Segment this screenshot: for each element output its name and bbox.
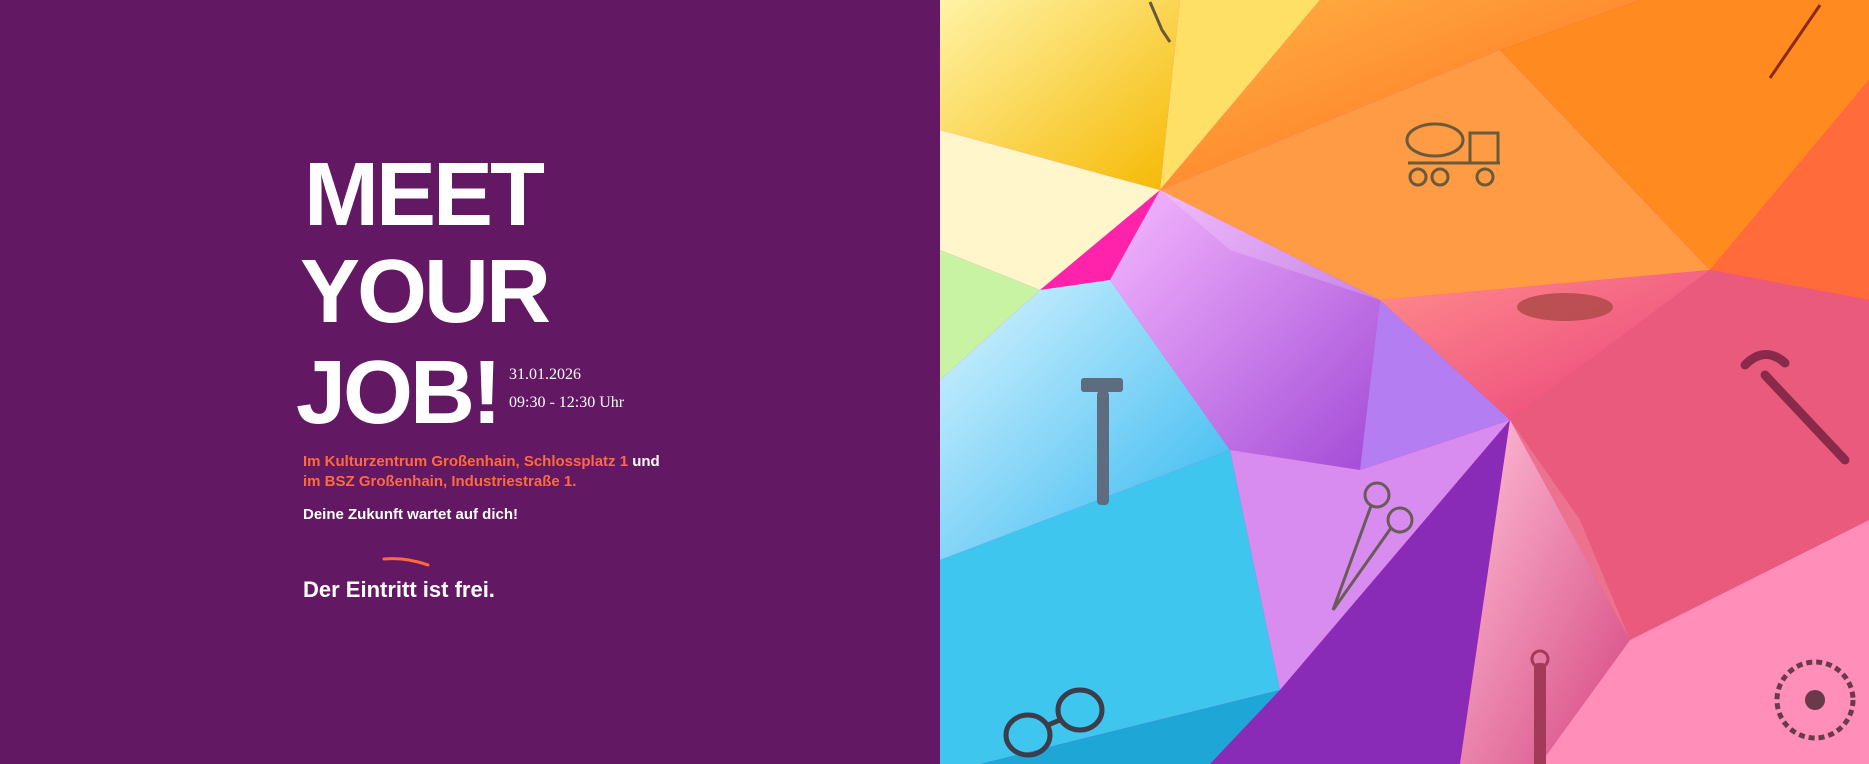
location-connector: und <box>628 453 660 470</box>
swoosh-decoration <box>382 557 430 567</box>
event-date: 31.01.2026 <box>509 366 581 383</box>
wrench-icon <box>1740 350 1850 465</box>
truck-icon <box>1405 122 1500 187</box>
headline-line-2: YOUR <box>300 242 551 342</box>
bread-icon <box>1517 293 1613 321</box>
hero-illustration <box>940 0 1869 764</box>
event-time: 09:30 - 12:30 Uhr <box>509 394 625 411</box>
event-location: Im Kulturzentrum Großenhain, Schlossplat… <box>303 452 663 492</box>
saw-blade-icon <box>1774 659 1856 741</box>
headline-line-1: MEET <box>304 145 545 245</box>
info-panel: MEET YOUR JOB! 31.01.2026 09:30 - 12:30 … <box>0 0 940 764</box>
headline-line-3: JOB! <box>296 343 502 443</box>
slogan: Deine Zukunft wartet auf dich! <box>303 506 519 523</box>
pipette-icon <box>1148 1 1172 43</box>
glasses-icon <box>1003 687 1105 758</box>
rake-icon <box>1768 4 1822 79</box>
location-1: Im Kulturzentrum Großenhain, Schlossplat… <box>303 453 629 470</box>
entry-info: Der Eintritt ist frei. <box>303 577 495 602</box>
scissors-icon <box>1331 481 1414 611</box>
file-icon <box>1530 649 1550 764</box>
hammer-icon <box>1081 378 1123 505</box>
location-2: im BSZ Großenhain, Industriestraße 1. <box>303 473 577 490</box>
